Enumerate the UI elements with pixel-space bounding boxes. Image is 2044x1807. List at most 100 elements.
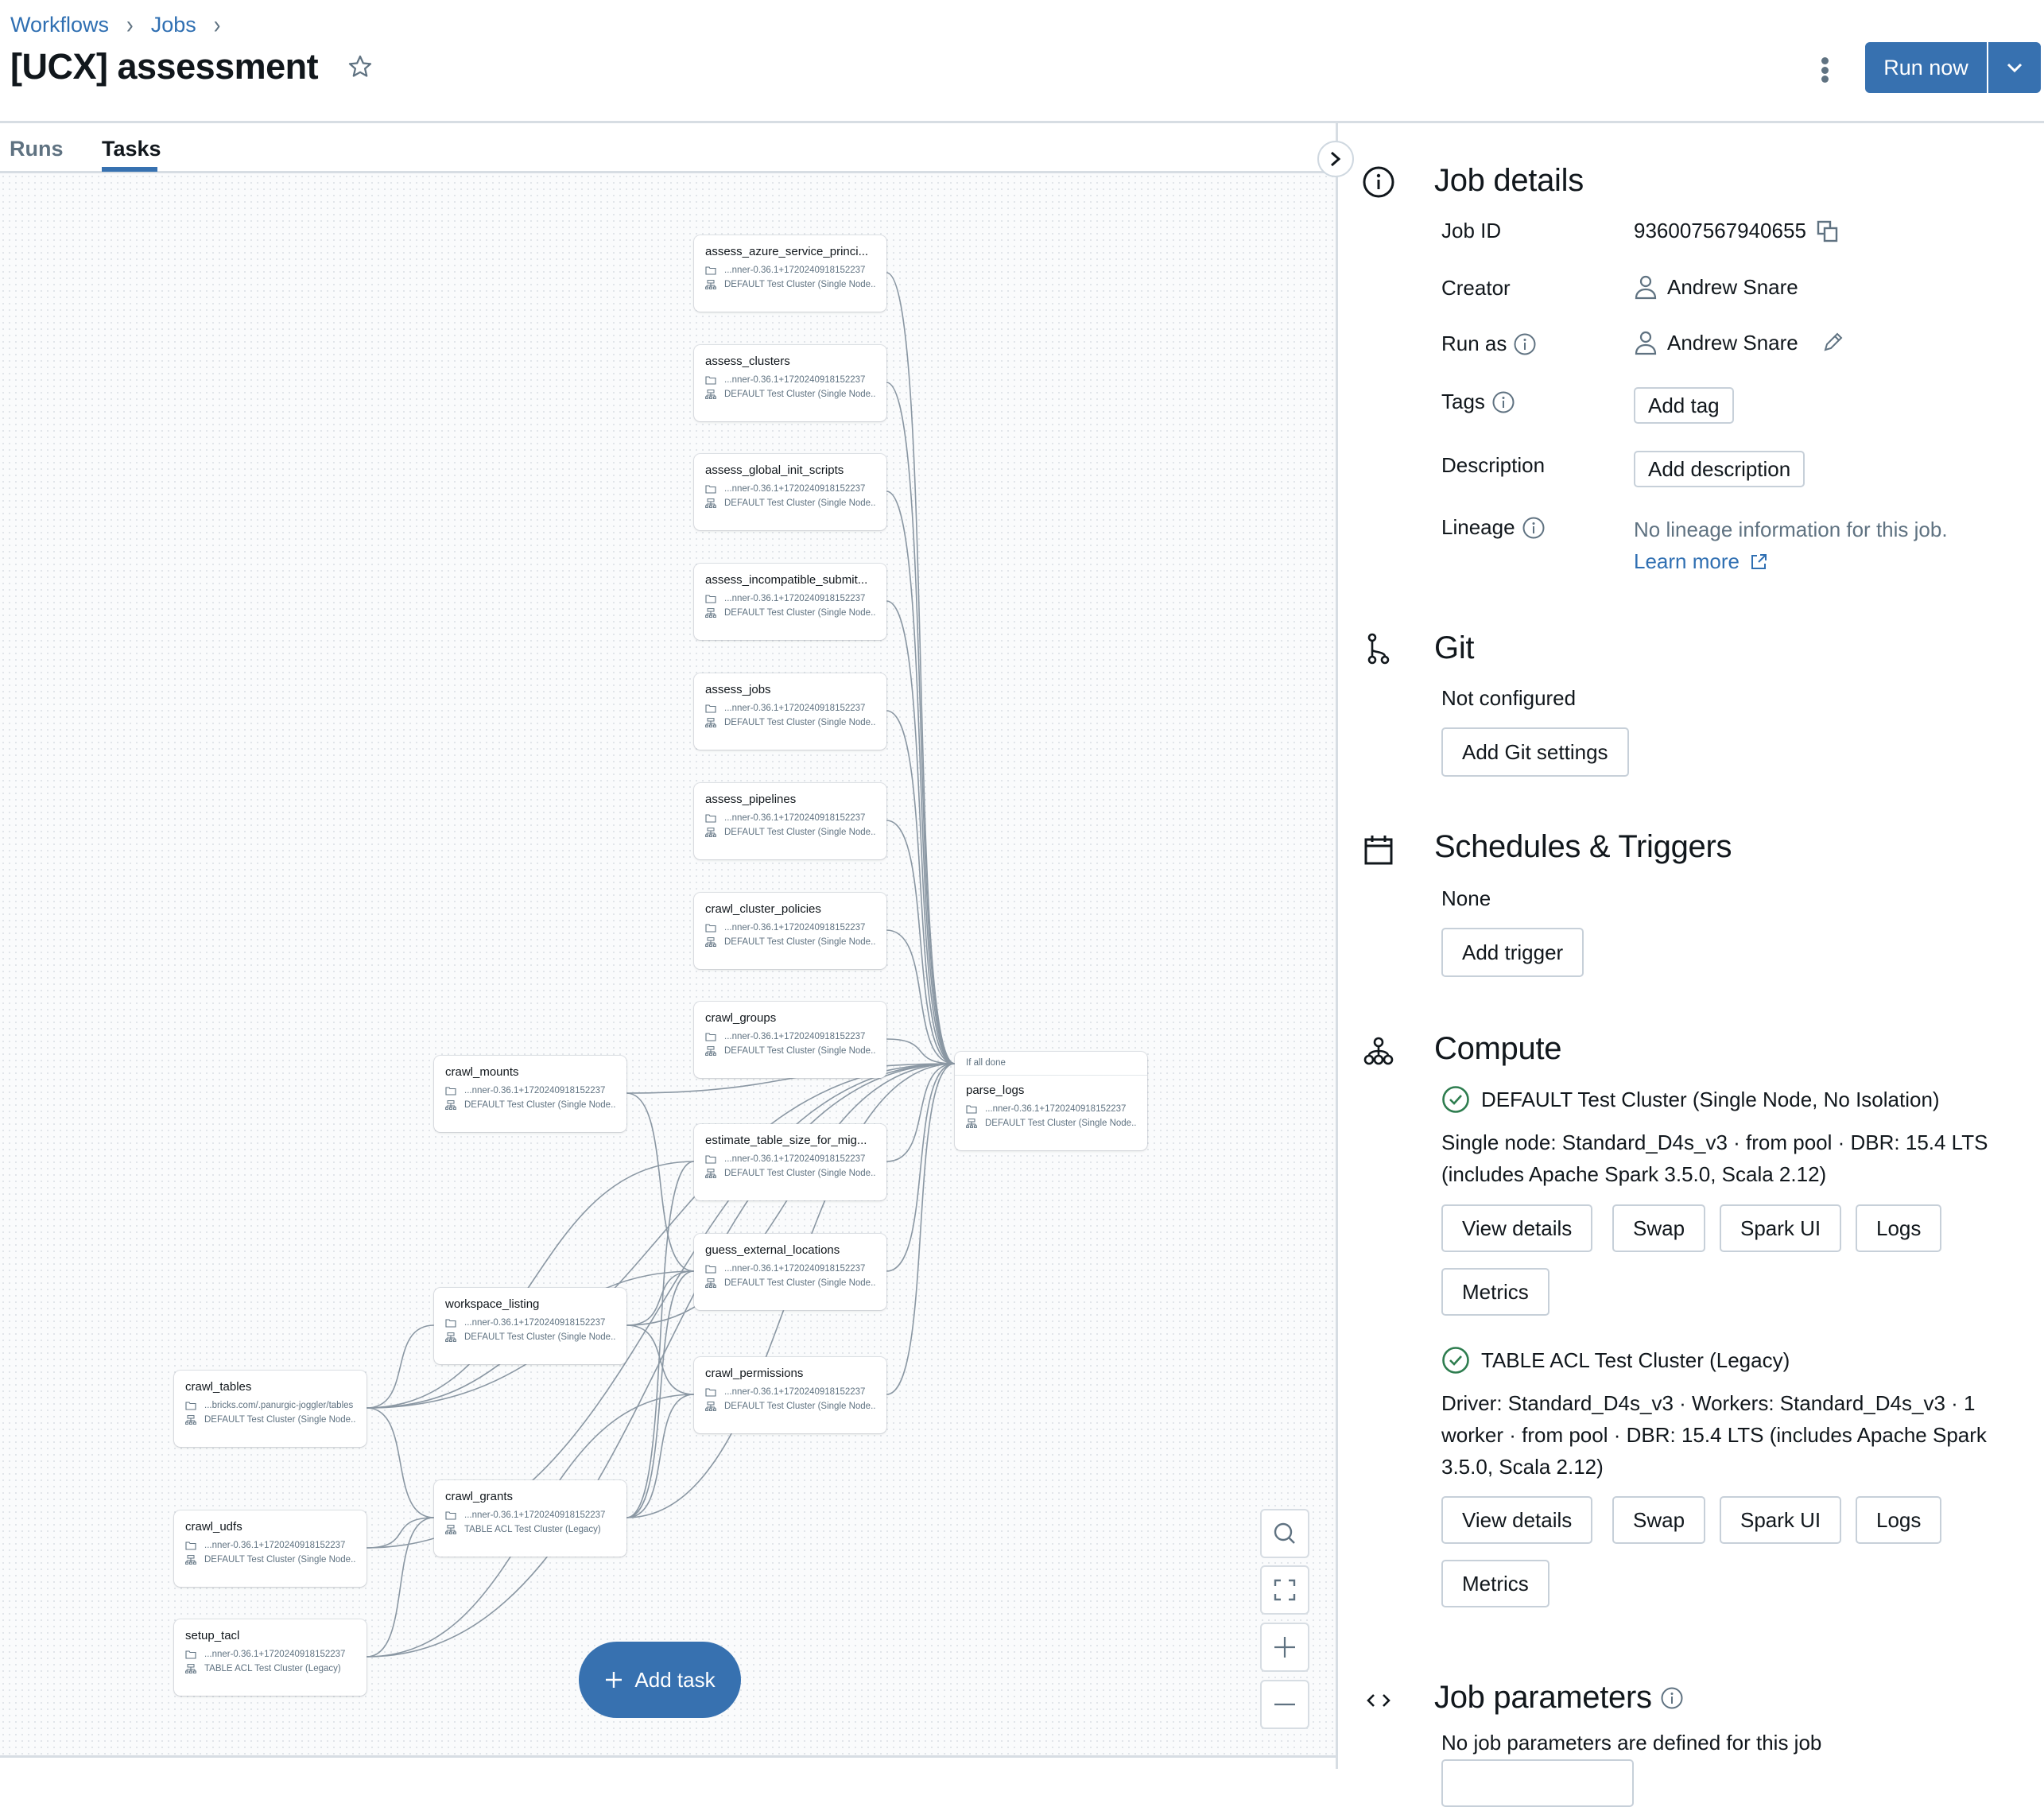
dependency-edge xyxy=(886,820,956,1064)
task-path: ...nner-0.36.1+1720240918152237 xyxy=(724,1264,866,1274)
task-path: ...nner-0.36.1+1720240918152237 xyxy=(464,1086,606,1095)
task-node[interactable]: crawl_groups ...nner-0.36.1+1720240918152… xyxy=(694,1002,886,1078)
dependency-edge xyxy=(886,382,956,1064)
task-node[interactable]: crawl_tables ...bricks.com/.panurgic-jogg… xyxy=(174,1371,367,1447)
creator-label: Creator xyxy=(1441,276,1511,300)
info-icon[interactable] xyxy=(1660,1686,1684,1710)
more-options-icon[interactable] xyxy=(1817,54,1833,86)
active-tab-indicator xyxy=(102,167,157,172)
run-now-split-button: Run now xyxy=(1865,42,2041,93)
info-icon[interactable] xyxy=(1522,516,1546,540)
task-path: ...nner-0.36.1+1720240918152237 xyxy=(724,594,866,603)
task-node[interactable]: assess_incompatible_submit... ...nner-0.3… xyxy=(694,564,886,640)
task-path: ...nner-0.36.1+1720240918152237 xyxy=(204,1650,346,1659)
task-node[interactable]: crawl_grants ...nner-0.36.1+1720240918152… xyxy=(434,1480,626,1557)
task-node[interactable]: setup_tacl ...nner-0.36.1+172024091815223… xyxy=(174,1619,367,1696)
task-node[interactable]: guess_external_locations ...nner-0.36.1+1… xyxy=(694,1234,886,1310)
spark-ui-button[interactable]: Spark UI xyxy=(1720,1496,1842,1544)
job-parameters-button[interactable] xyxy=(1441,1759,1634,1807)
task-node[interactable]: estimate_table_size_for_mig... ...nner-0.… xyxy=(694,1124,886,1200)
run-now-button[interactable]: Run now xyxy=(1865,42,1988,93)
pencil-icon[interactable] xyxy=(1821,331,1844,355)
task-name: crawl_mounts xyxy=(445,1065,519,1079)
copy-icon[interactable] xyxy=(1816,219,1840,243)
job-parameters-status: No job parameters are defined for this j… xyxy=(1441,1731,1822,1755)
task-node[interactable]: assess_jobs ...nner-0.36.1+17202409181522… xyxy=(694,673,886,750)
tab-tasks[interactable]: Tasks xyxy=(102,137,161,161)
task-name: estimate_table_size_for_mig... xyxy=(705,1134,867,1147)
task-path: ...nner-0.36.1+1720240918152237 xyxy=(985,1104,1127,1114)
task-node[interactable]: assess_azure_service_princi... ...nner-0.… xyxy=(694,235,886,312)
run-now-dropdown[interactable] xyxy=(1988,42,2041,93)
cluster-icon xyxy=(705,1046,716,1056)
cluster-icon xyxy=(705,280,716,289)
task-node[interactable]: crawl_permissions ...nner-0.36.1+17202409… xyxy=(694,1357,886,1433)
task-path: ...bricks.com/.panurgic-joggler/tables xyxy=(204,1401,354,1410)
folder-icon xyxy=(966,1105,977,1114)
learn-more-link[interactable]: Learn more xyxy=(1634,549,1740,574)
dag-canvas[interactable]: assess_azure_service_princi... ...nner-0.… xyxy=(0,173,1336,1755)
add-description-button[interactable]: Add description xyxy=(1634,451,1805,487)
swap-button[interactable]: Swap xyxy=(1612,1204,1706,1252)
add-task-button[interactable]: Add task xyxy=(579,1642,741,1718)
dependency-edge xyxy=(366,1517,435,1549)
add-git-settings-button[interactable]: Add Git settings xyxy=(1441,727,1629,777)
tab-runs[interactable]: Runs xyxy=(10,137,64,161)
dependency-edge xyxy=(886,1063,956,1162)
swap-button[interactable]: Swap xyxy=(1612,1496,1706,1544)
fit-view-button[interactable] xyxy=(1260,1565,1309,1615)
add-tag-button[interactable]: Add tag xyxy=(1634,387,1734,424)
page-title: [UCX] assessment xyxy=(10,46,319,87)
fit-view-icon xyxy=(1274,1579,1296,1601)
breadcrumb: Workflows › Jobs › xyxy=(10,10,220,39)
info-icon[interactable] xyxy=(1491,390,1515,414)
dependency-edge xyxy=(626,1092,695,1272)
task-cluster: DEFAULT Test Cluster (Single Node... xyxy=(724,280,875,289)
spark-ui-button[interactable]: Spark UI xyxy=(1720,1204,1842,1252)
breadcrumb-jobs[interactable]: Jobs xyxy=(151,13,196,37)
metrics-button[interactable]: Metrics xyxy=(1441,1560,1549,1607)
zoom-in-button[interactable] xyxy=(1260,1623,1309,1672)
add-trigger-button[interactable]: Add trigger xyxy=(1441,928,1584,977)
task-name: crawl_udfs xyxy=(185,1520,242,1534)
folder-icon xyxy=(705,814,716,823)
task-name: crawl_permissions xyxy=(705,1367,804,1380)
cluster-item: TABLE ACL Test Cluster (Legacy) xyxy=(1441,1346,1790,1375)
breadcrumb-workflows[interactable]: Workflows xyxy=(10,13,109,37)
task-node[interactable]: crawl_udfs ...nner-0.36.1+172024091815223… xyxy=(174,1510,367,1587)
job-id-label: Job ID xyxy=(1441,219,1502,242)
info-icon[interactable] xyxy=(1513,332,1537,356)
metrics-button[interactable]: Metrics xyxy=(1441,1268,1549,1316)
task-node[interactable]: workspace_listing ...nner-0.36.1+17202409… xyxy=(434,1288,626,1364)
task-node[interactable]: crawl_mounts ...nner-0.36.1+1720240918152… xyxy=(434,1056,626,1132)
task-node[interactable]: assess_clusters ...nner-0.36.1+1720240918… xyxy=(694,345,886,421)
logs-button[interactable]: Logs xyxy=(1856,1496,1942,1544)
cluster-icon xyxy=(185,1664,196,1673)
search-graph-button[interactable] xyxy=(1260,1509,1309,1558)
task-node[interactable]: crawl_cluster_policies ...nner-0.36.1+172… xyxy=(694,893,886,969)
task-cluster: DEFAULT Test Cluster (Single Node... xyxy=(724,1278,875,1288)
dependency-edge xyxy=(886,600,956,1064)
task-node[interactable]: If all done parse_logs ...nner-0.36.1+1720… xyxy=(955,1052,1147,1150)
view-details-button[interactable]: View details xyxy=(1441,1204,1593,1252)
zoom-out-button[interactable] xyxy=(1260,1680,1309,1729)
task-cluster: DEFAULT Test Cluster (Single Node... xyxy=(204,1555,355,1565)
dependency-edge xyxy=(886,710,956,1064)
star-icon[interactable] xyxy=(347,53,374,80)
view-details-button[interactable]: View details xyxy=(1441,1496,1593,1544)
task-cluster: DEFAULT Test Cluster (Single Node... xyxy=(464,1332,615,1342)
logs-button[interactable]: Logs xyxy=(1856,1204,1942,1252)
task-cluster: TABLE ACL Test Cluster (Legacy) xyxy=(464,1525,601,1534)
zoom-out-icon xyxy=(1274,1703,1295,1706)
task-node[interactable]: assess_global_init_scripts ...nner-0.36.1… xyxy=(694,454,886,530)
dependency-edge xyxy=(626,1394,695,1518)
collapse-panel-button[interactable] xyxy=(1317,141,1354,177)
task-path: ...nner-0.36.1+1720240918152237 xyxy=(724,813,866,823)
task-node[interactable]: assess_pipelines ...nner-0.36.1+172024091… xyxy=(694,783,886,859)
task-cluster: DEFAULT Test Cluster (Single Node... xyxy=(724,828,875,837)
cluster-icon xyxy=(1363,1037,1394,1065)
dependency-edge xyxy=(366,1407,435,1518)
task-cluster: DEFAULT Test Cluster (Single Node... xyxy=(724,608,875,618)
task-cluster: DEFAULT Test Cluster (Single Node... xyxy=(724,1402,875,1411)
dependency-edge xyxy=(886,272,956,1064)
